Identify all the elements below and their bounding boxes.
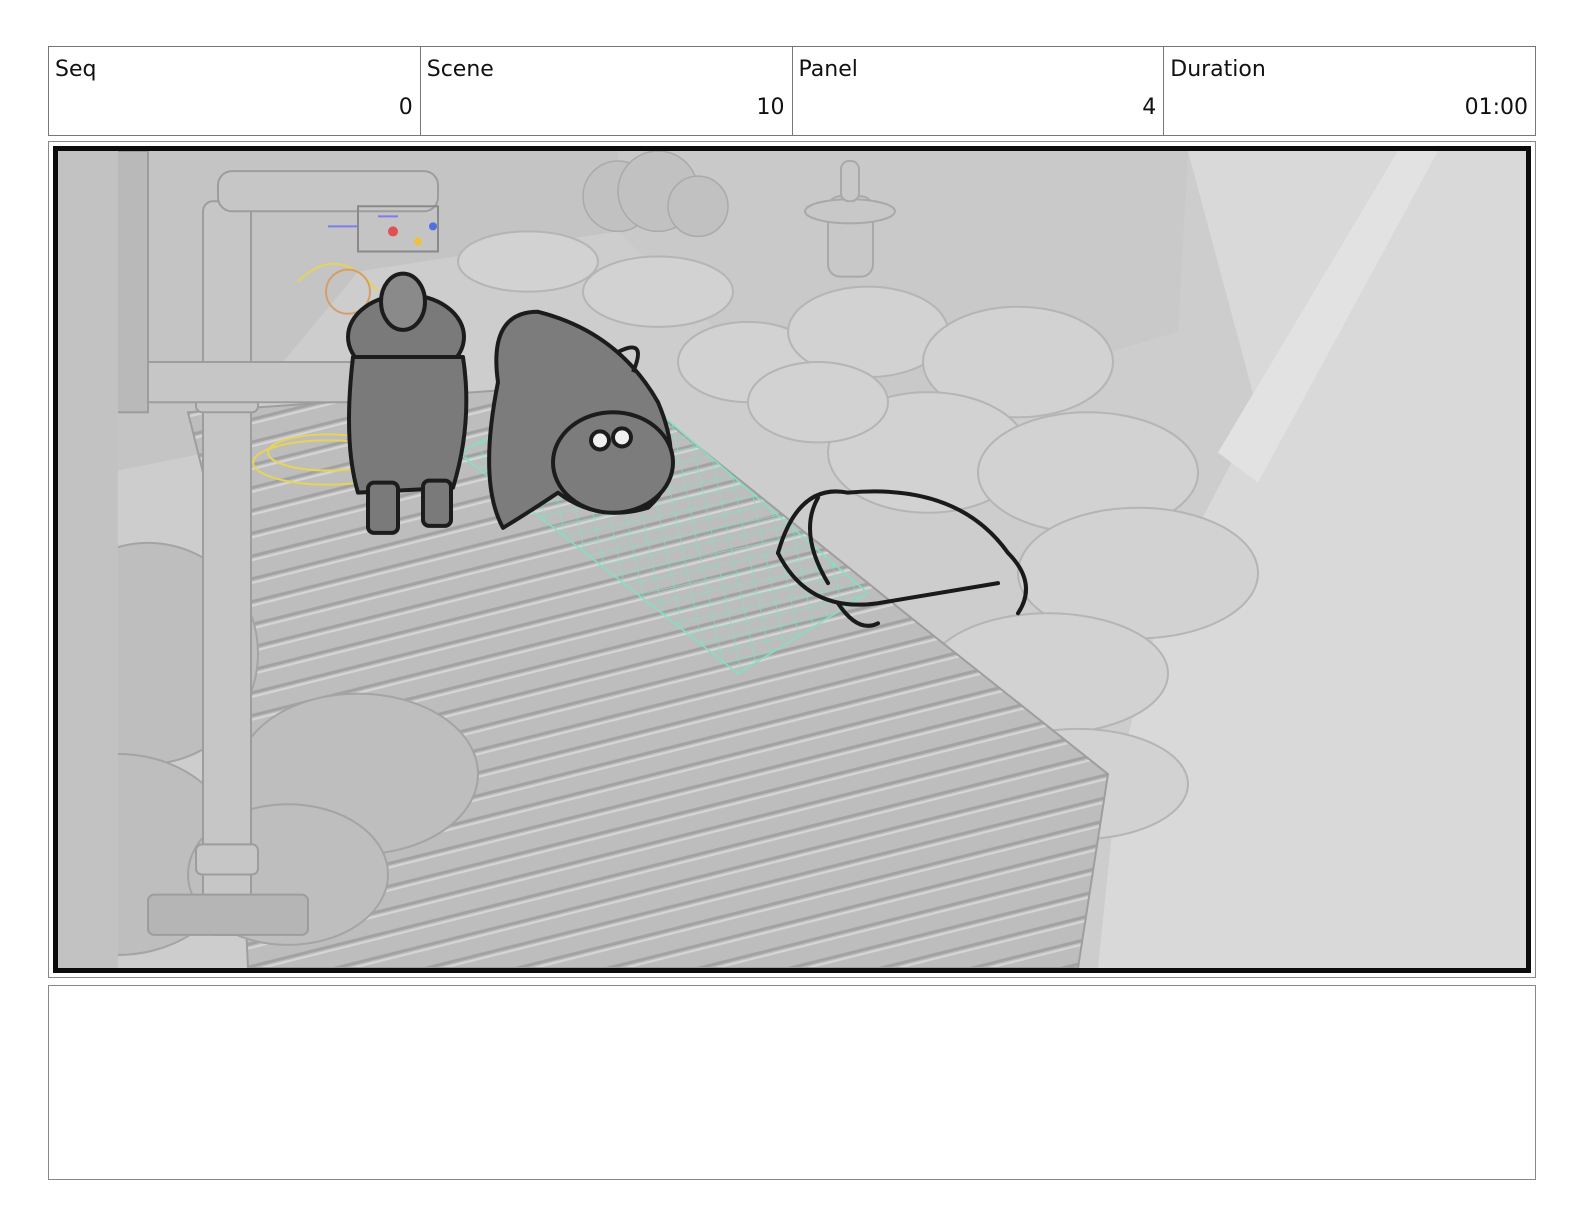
panel-label: Panel (798, 57, 858, 82)
left-edge-wall (58, 151, 118, 968)
seq-value: 0 (398, 95, 413, 120)
notes-box (48, 985, 1536, 1180)
panel-value: 4 (1142, 95, 1157, 120)
scene-label: Scene (426, 57, 494, 82)
scene-cell: Scene 10 (421, 47, 793, 135)
seq-cell: Seq 0 (49, 47, 421, 135)
storyboard-drawing (58, 151, 1526, 968)
panel-cell: Panel 4 (793, 47, 1165, 135)
duration-cell: Duration 01:00 (1164, 47, 1535, 135)
panel-info-table: Seq 0 Scene 10 Panel 4 Duration 01:00 (48, 46, 1536, 136)
duration-label: Duration (1170, 57, 1266, 82)
scene-value: 10 (756, 95, 785, 120)
storyboard-image (53, 146, 1531, 973)
duration-value: 01:00 (1464, 95, 1528, 120)
storyboard-frame (48, 141, 1536, 978)
seq-label: Seq (55, 57, 97, 82)
